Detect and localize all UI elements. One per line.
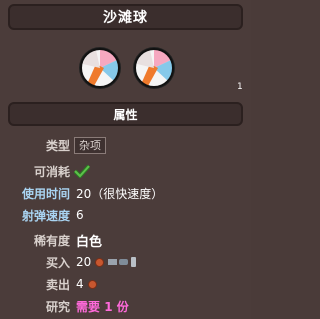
checkmark-icon [74,164,91,178]
use-time-label: 使用时间 [22,186,71,201]
consumable-row: 可消耗 [34,162,91,180]
attributes-title: 属性 [113,107,138,122]
beach-ball-icon [79,47,121,89]
item-tooltip-panel: 沙滩球 1 属性 类型 杂项 可消耗 使用时间 20（很快速度） 射弹速度 6 … [0,0,251,319]
platform-icons [108,257,137,267]
research-label: 研究 [46,299,71,314]
use-time-row: 使用时间 20（很快速度） [22,184,163,202]
buy-row: 买入 20 [46,253,138,271]
copper-coin-icon [87,279,97,289]
sell-value: 4 [76,277,84,291]
rarity-row: 稀有度 白色 [34,231,103,250]
shoot-speed-row: 射弹速度 6 [22,206,84,224]
type-row: 类型 杂项 [46,136,107,154]
type-label: 类型 [46,138,71,153]
sell-label: 卖出 [46,277,71,292]
sell-row: 卖出 4 [46,275,97,293]
attributes-section-header: 属性 [8,102,243,126]
type-tag: 杂项 [74,136,107,154]
rarity-label: 稀有度 [34,233,71,248]
shoot-speed-value: 6 [76,208,84,222]
copper-coin-icon [95,257,105,267]
buy-label: 买入 [46,255,71,270]
beach-ball-icon [133,47,175,89]
item-title-bar: 沙滩球 [8,4,243,30]
buy-value: 20 [76,255,92,269]
stack-count: 1 [237,82,243,92]
research-row: 研究 需要 1 份 [46,297,129,315]
item-title: 沙滩球 [103,10,148,26]
use-time-value: 20（很快速度） [76,186,164,201]
item-sprites [0,40,251,96]
shoot-speed-label: 射弹速度 [22,208,71,223]
consumable-label: 可消耗 [34,164,71,179]
rarity-value: 白色 [76,234,103,250]
research-value: 需要 1 份 [76,299,129,314]
